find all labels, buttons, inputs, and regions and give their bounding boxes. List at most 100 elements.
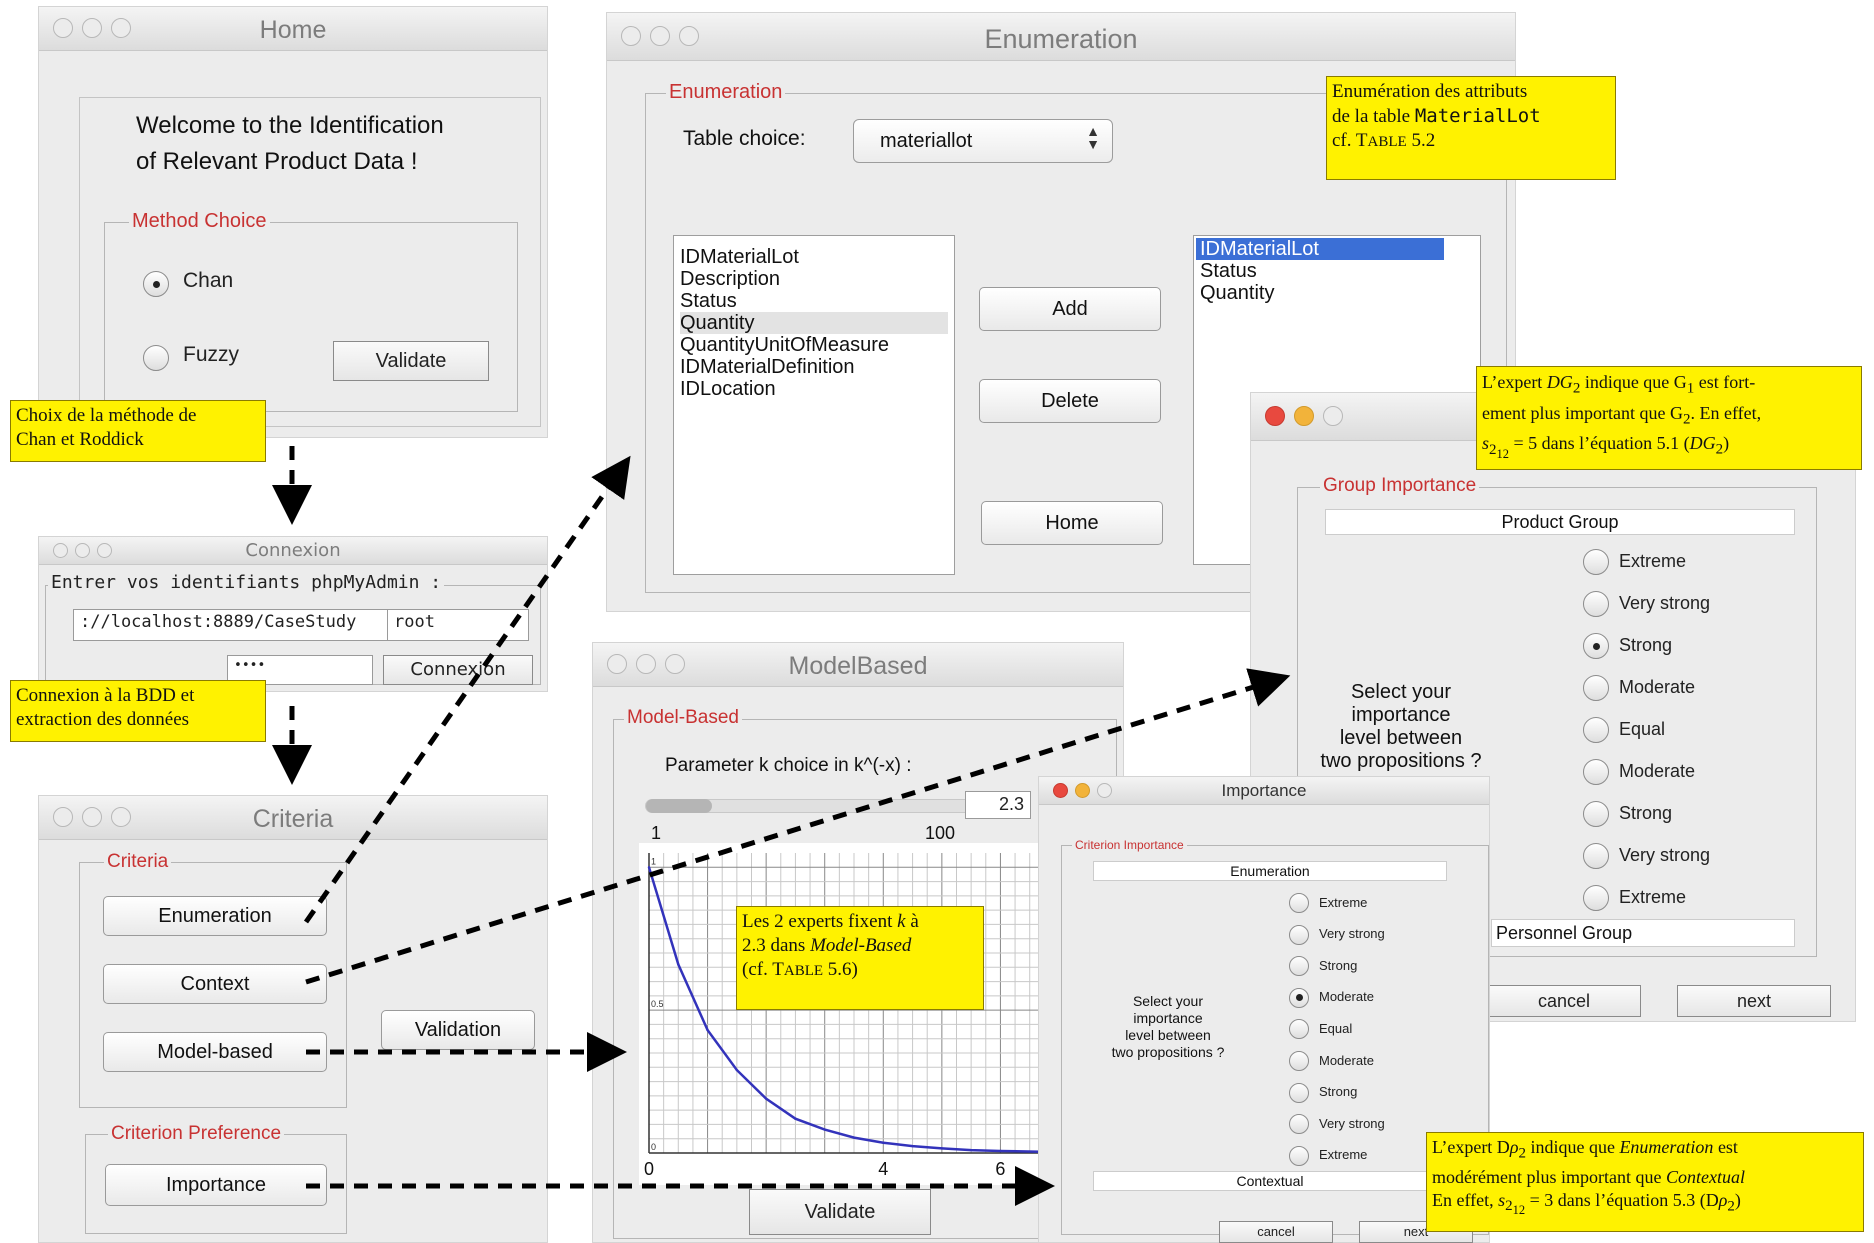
selected-attribute-item[interactable]: IDMaterialLot [1196, 238, 1444, 260]
importance-radio[interactable] [1583, 843, 1609, 869]
prompt-line: Select your [1350, 681, 1452, 703]
prompt-line: level between [1339, 727, 1463, 749]
data-point [677, 963, 680, 966]
importance-radio[interactable] [1289, 924, 1309, 945]
home-window: Home Welcome to the Identification of Re… [38, 6, 548, 438]
attribute-item[interactable]: IDMaterialLot [680, 246, 948, 268]
importance-radio[interactable] [1583, 549, 1609, 575]
home-validate-button[interactable]: Validate [333, 341, 489, 381]
attribute-item[interactable]: IDLocation [680, 378, 948, 400]
zoom-icon[interactable] [1323, 406, 1343, 426]
modelbased-validate-button[interactable]: Validate [749, 1189, 931, 1235]
close-icon[interactable] [1265, 406, 1285, 426]
note-text: Model-Based [810, 935, 912, 956]
note-text: s [1482, 433, 1490, 454]
data-point [735, 1068, 739, 1072]
attribute-item[interactable]: IDMaterialDefinition [680, 356, 948, 378]
data-point [852, 1136, 856, 1139]
connexion-button[interactable]: Connexion [383, 655, 533, 685]
note-table-name: MaterialLot [1414, 105, 1541, 127]
product-group-bar: Product Group [1325, 509, 1795, 535]
modelbased-group-label: Model-Based [624, 707, 742, 729]
attribute-item[interactable]: Status [680, 290, 948, 312]
note-text: cf. T [1332, 130, 1368, 151]
delete-button[interactable]: Delete [979, 379, 1161, 423]
selected-attribute-item[interactable]: Quantity [1196, 282, 1478, 304]
note-text: 12 [1512, 1203, 1526, 1218]
user-field[interactable]: root [387, 609, 529, 641]
y-tick-label: 0.5 [651, 999, 664, 1009]
url-field[interactable]: ://localhost:8889/CaseStudy [73, 609, 411, 641]
group-cancel-button[interactable]: cancel [1487, 985, 1641, 1017]
table-choice-select[interactable]: materiallot ▲ ▼ [853, 119, 1113, 163]
select-arrows-icon: ▲ ▼ [1086, 123, 1100, 152]
group-next-button[interactable]: next [1677, 985, 1831, 1017]
minimize-icon[interactable] [1294, 406, 1314, 426]
prompt-line: two propositions ? [1320, 750, 1482, 772]
context-button[interactable]: Context [103, 964, 327, 1004]
modelbased-titlebar: ModelBased [593, 643, 1123, 687]
method-choice-label: Method Choice [129, 210, 270, 233]
selected-attribute-item[interactable]: Status [1196, 260, 1478, 282]
parameter-value-field[interactable]: 2.3 [965, 791, 1031, 819]
note-text: ement plus important que G [1482, 402, 1683, 423]
note-text: = 5 dans l’équation 5.1 ( [1509, 433, 1690, 454]
importance-radio[interactable] [1289, 1145, 1309, 1166]
importance-radio-label: Very strong [1619, 593, 1711, 613]
importance-radio-label: Very strong [1619, 845, 1711, 865]
importance-button[interactable]: Importance [105, 1164, 327, 1206]
data-point [969, 1148, 973, 1152]
importance-radio[interactable] [1583, 759, 1609, 785]
note-text: L’expert D [1432, 1137, 1510, 1157]
attribute-item[interactable]: Description [680, 268, 948, 290]
importance-radio-label: Equal [1319, 1020, 1353, 1036]
prompt-line: Select your [1132, 993, 1204, 1009]
add-button[interactable]: Add [979, 287, 1161, 331]
importance-radio[interactable] [1289, 893, 1309, 913]
contextual-bar: Contextual [1093, 1171, 1447, 1191]
validation-button[interactable]: Validation [381, 1010, 535, 1050]
group-importance-prompt: Select your importance level between two… [1311, 681, 1491, 773]
importance-radio[interactable] [1583, 675, 1609, 701]
enumeration-button[interactable]: Enumeration [103, 896, 327, 936]
criteria-titlebar: Criteria [39, 796, 547, 840]
importance-radio[interactable] [1289, 987, 1309, 1008]
data-point [999, 1149, 1002, 1153]
importance-cancel-button[interactable]: cancel [1219, 1221, 1333, 1243]
slider-thumb[interactable] [646, 799, 712, 813]
x-tick-label: 4 [878, 1159, 888, 1179]
note-text: ABLE [783, 963, 824, 979]
note-text: En effet, [1432, 1189, 1499, 1210]
attribute-item[interactable]: Quantity [680, 312, 948, 334]
importance-radio[interactable] [1583, 801, 1609, 827]
importance-radio[interactable] [1583, 717, 1609, 743]
attribute-item[interactable]: QuantityUnitOfMeasure [680, 334, 948, 356]
importance-radio[interactable] [1583, 591, 1609, 617]
note-text: Enumération des attributs [1332, 81, 1528, 102]
note-text: ABLE [1367, 134, 1407, 150]
home-button[interactable]: Home [981, 501, 1163, 545]
radio-fuzzy[interactable] [143, 345, 169, 371]
note-dg2: L’expert DG2 indique que G1 est fort- em… [1476, 366, 1862, 470]
importance-radio[interactable] [1583, 633, 1609, 659]
importance-radio-label: Extreme [1619, 551, 1687, 571]
personnel-group-bar: Personnel Group [1491, 919, 1795, 947]
method-choice-group: Method Choice Chan Fuzzy Validate [104, 210, 518, 412]
criteria-window: Criteria Criteria Enumeration Context Mo… [38, 795, 548, 1243]
importance-radio[interactable] [1583, 885, 1609, 911]
enumeration-title: Enumeration [984, 24, 1138, 54]
connexion-group-label: Entrer vos identifiants phpMyAdmin : [48, 572, 445, 593]
model-based-button[interactable]: Model-based [103, 1032, 327, 1072]
importance-radio[interactable] [1289, 1082, 1309, 1103]
note-text: 2 [1518, 1145, 1526, 1162]
personnel-group-label: Personnel Group [1496, 923, 1633, 943]
note-drho2: L’expert Dρ2 indique que Enumeration est… [1426, 1132, 1864, 1232]
note-text: Les 2 experts fixent [742, 911, 898, 932]
radio-chan[interactable] [143, 271, 169, 297]
importance-radio-label: Moderate [1619, 761, 1696, 781]
importance-radio[interactable] [1289, 1051, 1309, 1071]
criterion-preference-label: Criterion Preference [108, 1123, 285, 1145]
available-attributes-list[interactable]: IDMaterialLot Description Status Quantity Qu… [673, 235, 955, 575]
home-titlebar: Home [39, 7, 547, 51]
importance-radio-label: Very strong [1319, 926, 1385, 942]
